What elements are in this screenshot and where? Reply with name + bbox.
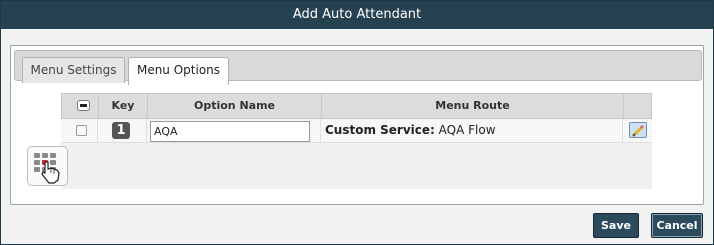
save-button[interactable]: Save [593,213,639,238]
keypad-hand-icon [34,153,60,184]
menu-route-header: Menu Route [322,94,624,118]
table-header: Key Option Name Menu Route [61,93,652,119]
edit-pencil-icon[interactable] [629,122,647,138]
row-select-cell [61,119,98,142]
option-name-input[interactable] [150,121,310,142]
table-row: 1 Custom Service: AQA Flow [61,119,652,143]
actions-header [624,94,651,118]
option-name-header: Option Name [148,94,322,118]
route-type: Custom Service: [325,123,435,137]
tab-menu-options[interactable]: Menu Options [128,57,229,85]
row-checkbox[interactable] [76,125,87,136]
row-key-cell: 1 [98,119,147,142]
add-auto-attendant-dialog: Add Auto Attendant Menu Settings Menu Op… [0,0,714,245]
dialog-title: Add Auto Attendant [1,1,713,29]
tab-menu-settings[interactable]: Menu Settings [22,57,125,83]
cancel-button[interactable]: Cancel [651,213,703,238]
tab-strip: Menu Settings Menu Options [14,50,702,85]
route-value: AQA Flow [438,123,496,137]
select-header [62,94,99,118]
add-menu-option-button[interactable] [27,146,68,186]
row-actions-cell [623,119,652,142]
deselect-all-checkbox-icon[interactable] [77,100,90,111]
menu-route-text: Custom Service: AQA Flow [325,119,496,142]
edit-pencil-glyph [631,124,645,138]
content-panel: Menu Settings Menu Options Key Option Na… [10,45,704,205]
menu-options-table: Key Option Name Menu Route 1 Custom Serv… [61,93,652,189]
row-menu-route-cell: Custom Service: AQA Flow [321,119,623,142]
key-badge: 1 [112,122,130,139]
key-header: Key [99,94,148,118]
row-option-name-cell [147,119,321,142]
